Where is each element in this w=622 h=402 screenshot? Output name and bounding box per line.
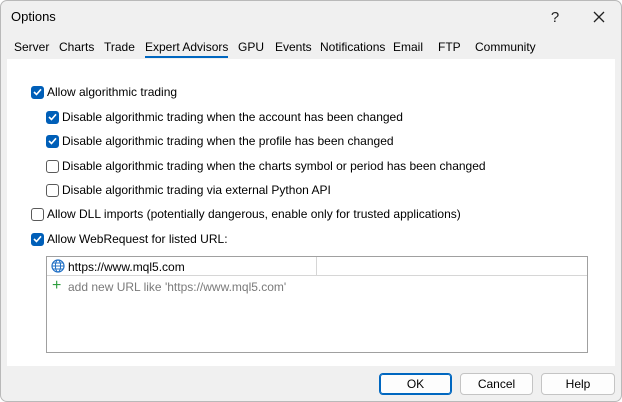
column-divider: [316, 257, 317, 276]
tab-ftp[interactable]: FTP: [438, 40, 461, 54]
help-button[interactable]: Help: [541, 373, 615, 395]
url-text: https://www.mql5.com: [68, 260, 185, 274]
tab-expert-advisors[interactable]: Expert Advisors: [145, 40, 229, 58]
tab-bar: Server Charts Trade Expert Advisors GPU …: [7, 37, 617, 59]
url-list-item[interactable]: https://www.mql5.com: [47, 257, 587, 276]
allow-webrequest-option[interactable]: Allow WebRequest for listed URL:: [31, 232, 228, 246]
cancel-button[interactable]: Cancel: [460, 373, 533, 395]
options-dialog: Options ? Server Charts Trade Expert Adv…: [0, 0, 622, 402]
checkbox-checked-icon[interactable]: [31, 85, 44, 99]
add-url-placeholder[interactable]: add new URL like 'https://www.mql5.com': [68, 280, 286, 294]
close-icon[interactable]: [577, 1, 621, 33]
help-icon[interactable]: ?: [533, 1, 577, 33]
tab-events[interactable]: Events: [275, 40, 312, 54]
allow-webrequest-label: Allow WebRequest for listed URL:: [47, 232, 228, 246]
checkbox-unchecked-icon[interactable]: [31, 207, 44, 221]
allow-dll-imports-label: Allow DLL imports (potentially dangerous…: [47, 207, 461, 221]
disable-on-account-change-option[interactable]: Disable algorithmic trading when the acc…: [46, 110, 403, 124]
window-title: Options: [11, 9, 56, 24]
url-list[interactable]: https://www.mql5.com + add new URL like …: [46, 256, 588, 353]
ok-button[interactable]: OK: [379, 373, 452, 395]
disable-on-symbol-change-option[interactable]: Disable algorithmic trading when the cha…: [46, 159, 486, 173]
title-bar: Options ?: [1, 1, 621, 33]
disable-python-api-option[interactable]: Disable algorithmic trading via external…: [46, 183, 331, 197]
plus-icon[interactable]: +: [52, 278, 61, 294]
disable-on-account-change-label: Disable algorithmic trading when the acc…: [62, 110, 403, 124]
tab-community[interactable]: Community: [475, 40, 536, 54]
expert-advisors-panel: Allow algorithmic trading Disable algori…: [7, 59, 615, 366]
tab-notifications[interactable]: Notifications: [320, 40, 385, 54]
checkbox-checked-icon[interactable]: [46, 110, 59, 124]
checkbox-checked-icon[interactable]: [46, 134, 59, 148]
tab-server[interactable]: Server: [14, 40, 49, 54]
checkbox-checked-icon[interactable]: [31, 232, 44, 246]
disable-on-profile-change-label: Disable algorithmic trading when the pro…: [62, 134, 394, 148]
allow-algo-trading-option[interactable]: Allow algorithmic trading: [31, 85, 177, 99]
checkbox-unchecked-icon[interactable]: [46, 159, 59, 173]
disable-on-profile-change-option[interactable]: Disable algorithmic trading when the pro…: [46, 134, 394, 148]
allow-algo-trading-label: Allow algorithmic trading: [47, 85, 178, 99]
checkbox-unchecked-icon[interactable]: [46, 183, 59, 197]
tab-gpu[interactable]: GPU: [238, 40, 264, 54]
allow-dll-imports-option[interactable]: Allow DLL imports (potentially dangerous…: [31, 207, 461, 221]
disable-python-api-label: Disable algorithmic trading via external…: [62, 183, 331, 197]
tab-trade[interactable]: Trade: [104, 40, 135, 54]
disable-on-symbol-change-label: Disable algorithmic trading when the cha…: [62, 159, 486, 173]
tab-email[interactable]: Email: [393, 40, 423, 54]
tab-charts[interactable]: Charts: [59, 40, 94, 54]
globe-icon: [51, 259, 65, 276]
